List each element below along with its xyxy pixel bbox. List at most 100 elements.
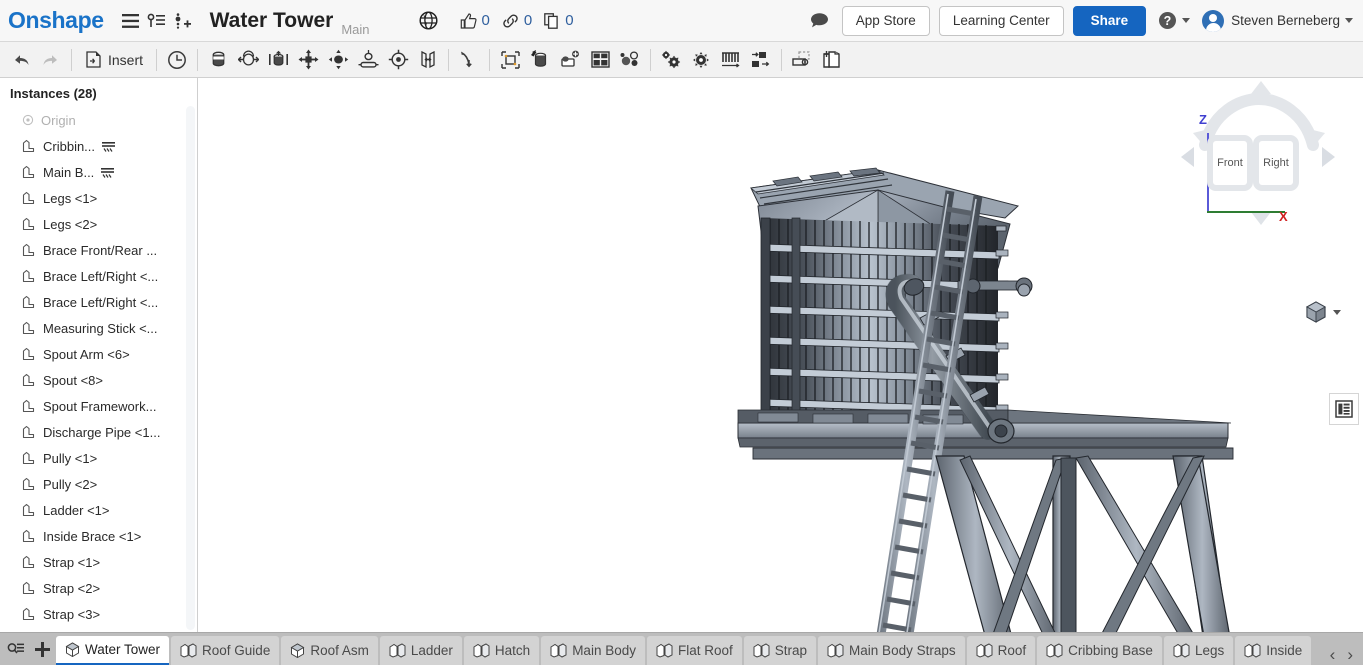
- list-item-discharge-pipe[interactable]: Discharge Pipe <1...: [0, 419, 197, 445]
- panel-toggle-button[interactable]: [1329, 393, 1359, 425]
- tab-cribbing-base[interactable]: Cribbing Base: [1037, 636, 1162, 665]
- list-item-legs-1[interactable]: Legs <1>: [0, 185, 197, 211]
- help-menu[interactable]: ?: [1158, 11, 1191, 30]
- list-item-origin[interactable]: Origin: [0, 107, 197, 133]
- list-item-spout-framework[interactable]: Spout Framework...: [0, 393, 197, 419]
- list-item-strap-1[interactable]: Strap <1>: [0, 549, 197, 575]
- linear-pattern-icon[interactable]: [746, 45, 776, 75]
- add-version-icon[interactable]: [170, 8, 196, 34]
- learning-center-button[interactable]: Learning Center: [938, 5, 1064, 36]
- list-item-legs-2[interactable]: Legs <2>: [0, 211, 197, 237]
- tab-roof-asm[interactable]: Roof Asm: [281, 636, 378, 665]
- share-button[interactable]: Share: [1072, 5, 1147, 36]
- origin-icon: [22, 114, 34, 126]
- bill-of-materials-icon[interactable]: [817, 45, 847, 75]
- tab-main-body[interactable]: Main Body: [541, 636, 645, 665]
- fastened-mate-icon[interactable]: [203, 45, 233, 75]
- tab-roof-guide[interactable]: Roof Guide: [171, 636, 280, 665]
- list-item-measuring-stick[interactable]: Measuring Stick <...: [0, 315, 197, 341]
- pattern-icon[interactable]: [585, 45, 615, 75]
- part-instance-icon: [22, 555, 35, 569]
- cylindrical-mate-icon[interactable]: [323, 45, 353, 75]
- tab-main-body-straps[interactable]: Main Body Straps: [818, 636, 965, 665]
- hamburger-icon[interactable]: [118, 8, 144, 34]
- stats-counters: 0 0 0: [460, 12, 584, 29]
- part-studio-icon: [753, 643, 770, 658]
- tab-roof[interactable]: Roof: [966, 636, 1036, 665]
- user-menu-chevron-down-icon[interactable]: [1345, 18, 1353, 23]
- replicate-icon[interactable]: [555, 45, 585, 75]
- tab-next-button[interactable]: ›: [1343, 645, 1357, 665]
- view-style-dropdown[interactable]: [1304, 300, 1341, 324]
- list-item-strap-3[interactable]: Strap <3>: [0, 601, 197, 627]
- slider-mate-icon[interactable]: [263, 45, 293, 75]
- graphics-viewport[interactable]: Z X Front Right: [198, 78, 1363, 632]
- tab-prev-button[interactable]: ‹: [1326, 645, 1340, 665]
- ball-mate-icon[interactable]: [383, 45, 413, 75]
- tab-label: Flat Roof: [677, 643, 733, 658]
- list-item-inside-brace[interactable]: Inside Brace <1>: [0, 523, 197, 549]
- view-right-arrow-icon[interactable]: [1321, 147, 1335, 167]
- links-counter[interactable]: 0: [502, 12, 532, 29]
- view-cube-right-face[interactable]: Right: [1253, 135, 1299, 191]
- mate-connector-icon[interactable]: [454, 45, 484, 75]
- revolute-mate-icon[interactable]: [233, 45, 263, 75]
- view-up-arrow-icon[interactable]: [1251, 81, 1271, 95]
- list-item-spout-arm[interactable]: Spout Arm <6>: [0, 341, 197, 367]
- tab-water-tower[interactable]: Water Tower: [56, 636, 170, 665]
- redo-arrow-icon[interactable]: [36, 45, 66, 75]
- fix-icon[interactable]: [525, 45, 555, 75]
- globe-icon[interactable]: [416, 8, 442, 34]
- group-icon[interactable]: [495, 45, 525, 75]
- copies-counter[interactable]: 0: [544, 12, 574, 29]
- list-item-cribbing[interactable]: Cribbin...: [0, 133, 197, 159]
- list-item-pully-2[interactable]: Pully <2>: [0, 471, 197, 497]
- list-item-ladder[interactable]: Ladder <1>: [0, 497, 197, 523]
- explode-icon[interactable]: [615, 45, 645, 75]
- tab-strap[interactable]: Strap: [743, 636, 817, 665]
- gear-mate-icon[interactable]: [656, 45, 686, 75]
- tab-legs[interactable]: Legs: [1163, 636, 1234, 665]
- view-left-arrow-icon[interactable]: [1181, 147, 1195, 167]
- parallel-mate-icon[interactable]: [413, 45, 443, 75]
- comment-bubble-icon[interactable]: [807, 8, 833, 34]
- history-clock-icon[interactable]: [162, 45, 192, 75]
- tab-hatch[interactable]: Hatch: [463, 636, 540, 665]
- tab-label: Roof Asm: [310, 643, 369, 658]
- list-item-main-body[interactable]: Main B...: [0, 159, 197, 185]
- view-cube[interactable]: Z X Front Right: [1179, 81, 1339, 243]
- onshape-logo[interactable]: Onshape: [8, 7, 104, 34]
- list-item-brace-left-right-2[interactable]: Brace Left/Right <...: [0, 289, 197, 315]
- list-item-strap-2[interactable]: Strap <2>: [0, 575, 197, 601]
- insert-label: Insert: [108, 51, 144, 68]
- insert-button[interactable]: Insert: [77, 45, 151, 75]
- transform-icon[interactable]: [787, 45, 817, 75]
- likes-counter[interactable]: 0: [460, 12, 490, 29]
- list-item-brace-front-rear[interactable]: Brace Front/Rear ...: [0, 237, 197, 263]
- tab-inside[interactable]: Inside: [1235, 636, 1312, 665]
- spring-icon[interactable]: [716, 45, 746, 75]
- avatar[interactable]: [1202, 9, 1225, 32]
- list-item-brace-left-right-1[interactable]: Brace Left/Right <...: [0, 263, 197, 289]
- instances-list[interactable]: Origin Cribbin... Main B... Legs <1> Leg…: [0, 107, 197, 632]
- pin-slot-mate-icon[interactable]: [353, 45, 383, 75]
- help-circle-icon: ?: [1159, 12, 1177, 29]
- view-cube-front-face[interactable]: Front: [1207, 135, 1253, 191]
- sidebar-scrollbar[interactable]: [186, 106, 195, 630]
- panel-list-icon: [1335, 400, 1353, 418]
- screw-mate-icon[interactable]: [686, 45, 716, 75]
- version-graph-icon[interactable]: [144, 8, 170, 34]
- planar-mate-icon[interactable]: [293, 45, 323, 75]
- undo-arrow-icon[interactable]: [6, 45, 36, 75]
- view-down-arrow-icon[interactable]: [1251, 211, 1271, 225]
- list-item-pully-1[interactable]: Pully <1>: [0, 445, 197, 471]
- tab-ladder[interactable]: Ladder: [379, 636, 462, 665]
- list-item-spout[interactable]: Spout <8>: [0, 367, 197, 393]
- app-store-button[interactable]: App Store: [841, 5, 930, 36]
- part-studio-icon: [550, 643, 567, 658]
- username-label[interactable]: Steven Berneberg: [1231, 13, 1340, 28]
- toolbar-divider: [71, 48, 72, 71]
- add-tab-icon[interactable]: [29, 634, 56, 665]
- tab-flat-roof[interactable]: Flat Roof: [646, 636, 742, 665]
- search-tabs-icon[interactable]: [2, 634, 29, 665]
